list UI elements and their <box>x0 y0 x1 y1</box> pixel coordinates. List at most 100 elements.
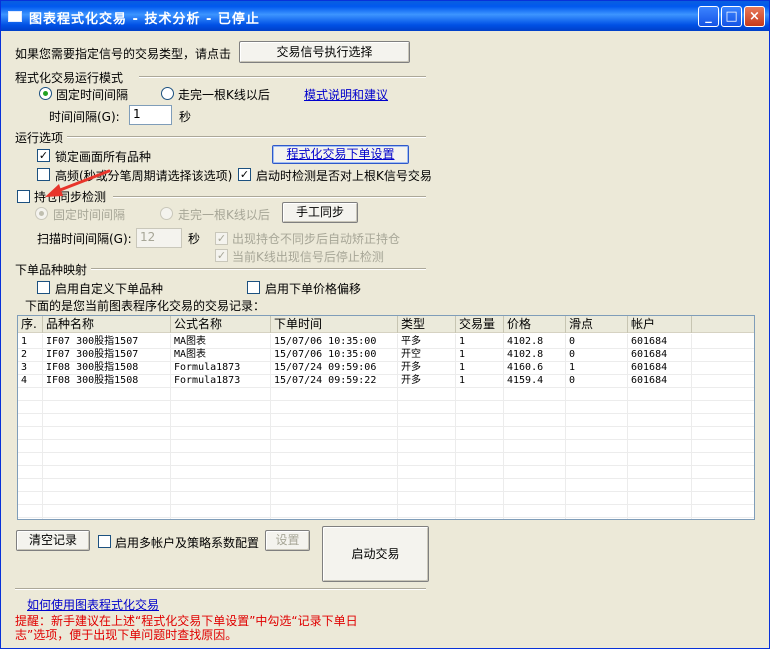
table-gridline <box>18 452 754 453</box>
scan-interval-unit: 秒 <box>188 232 201 246</box>
interval-input[interactable]: 1 <box>129 105 172 125</box>
table-cell: 1 <box>459 375 466 386</box>
signal-prompt: 如果您需要指定信号的交易类型，请点击 <box>15 47 232 61</box>
manual-sync-button[interactable]: 手工同步 <box>282 202 358 223</box>
stop-on-signal-label: 当前K线出现信号后停止检测 <box>232 250 384 264</box>
table-cell: 4160.6 <box>507 362 544 373</box>
mode-fixed-interval-label: 固定时间间隔 <box>56 88 129 102</box>
options-separator <box>67 136 426 138</box>
mode-after-bar-radio[interactable] <box>161 87 174 100</box>
howto-link[interactable]: 如何使用图表程式化交易 <box>27 596 159 613</box>
table-cell: IF08 300股指1508 <box>46 375 139 386</box>
check-signal-on-start-label: 启动时检测是否对上根K信号交易 <box>256 169 432 183</box>
table-header: 序. 品种名称 公式名称 下单时间 类型 交易量 价格 滑点 帐户 <box>18 316 754 333</box>
warning-text: 提醒：新手建议在上述“程式化交易下单设置”中勾选“记录下单日志”选项，便于出现下… <box>15 614 358 642</box>
table-cell: 601684 <box>631 336 668 347</box>
sync-fixed-interval-radio[interactable] <box>35 207 48 220</box>
table-gridline <box>18 413 754 414</box>
sync-after-bar-label: 走完一根K线以后 <box>178 208 270 222</box>
table-cell: 平多 <box>401 336 421 347</box>
table-row[interactable]: 1 IF07 300股指1507 MA图表 15/07/06 10:35:00 平多 1 4… <box>18 335 754 348</box>
auto-correct-label: 出现持仓不同步后自动矫正持仓 <box>232 232 401 246</box>
maximize-button[interactable]: □ <box>721 6 742 27</box>
custom-symbol-label: 启用自定义下单品种 <box>55 282 164 296</box>
table-cell: 15/07/06 10:35:00 <box>274 336 377 347</box>
window-title: 图表程式化交易 - 技术分析 - 已停止 <box>29 12 260 27</box>
table-cell: 15/07/24 09:59:06 <box>274 362 377 373</box>
table-cell: 0 <box>569 349 576 360</box>
column-header[interactable]: 价格 <box>504 316 566 333</box>
table-cell: 0 <box>569 375 576 386</box>
column-header[interactable]: 下单时间 <box>271 316 398 333</box>
table-cell: 4102.8 <box>507 336 544 347</box>
scan-interval-label: 扫描时间间隔(G): <box>37 232 132 246</box>
mode-heading: 程式化交易运行模式 <box>15 71 124 85</box>
table-cell: 601684 <box>631 375 668 386</box>
table-gridline <box>18 400 754 401</box>
table-gridline <box>18 478 754 479</box>
title-bar[interactable]: 图表程式化交易 - 技术分析 - 已停止 _ □ × <box>1 1 769 31</box>
multi-account-checkbox[interactable] <box>98 535 111 548</box>
column-header[interactable]: 公式名称 <box>171 316 271 333</box>
table-cell: MA图表 <box>174 349 207 360</box>
table-row[interactable]: 4 IF08 300股指1508 Formula1873 15/07/24 09:59… <box>18 374 754 387</box>
start-trading-button[interactable]: 启动交易 <box>322 526 429 582</box>
column-header[interactable]: 滑点 <box>566 316 628 333</box>
trading-dialog: 图表程式化交易 - 技术分析 - 已停止 _ □ × 如果您需要指定信号的交易类… <box>0 0 770 649</box>
mode-help-link[interactable]: 模式说明和建议 <box>304 86 388 103</box>
table-cell: 1 <box>459 336 466 347</box>
minimize-button[interactable]: _ <box>698 6 719 27</box>
mode-separator <box>139 76 426 78</box>
close-button[interactable]: × <box>744 6 765 27</box>
mapping-heading: 下单品种映射 <box>15 263 88 277</box>
table-cell: 开多 <box>401 362 421 373</box>
column-header[interactable]: 序. <box>18 316 43 333</box>
multi-account-label: 启用多帐户及策略系数配置 <box>115 536 260 550</box>
table-cell: 开空 <box>401 349 421 360</box>
table-cell: 15/07/06 10:35:00 <box>274 349 377 360</box>
custom-symbol-checkbox[interactable] <box>37 281 50 294</box>
table-cell: 4159.4 <box>507 375 544 386</box>
table-cell: 1 <box>459 362 466 373</box>
auto-correct-checkbox[interactable]: ✓ <box>215 232 228 245</box>
check-signal-on-start-checkbox[interactable]: ✓ <box>238 168 251 181</box>
app-window-icon <box>8 11 22 22</box>
stop-on-signal-checkbox[interactable]: ✓ <box>215 249 228 262</box>
mode-fixed-interval-radio[interactable] <box>39 87 52 100</box>
options-heading: 运行选项 <box>15 131 64 145</box>
position-sync-checkbox[interactable] <box>17 190 30 203</box>
table-gridline <box>18 439 754 440</box>
scan-interval-input[interactable]: 12 <box>136 228 182 248</box>
mapping-separator <box>91 268 426 270</box>
table-gridline <box>18 491 754 492</box>
table-cell: Formula1873 <box>174 375 241 386</box>
interval-label: 时间间隔(G): <box>49 110 120 124</box>
table-gridline <box>18 465 754 466</box>
bottom-separator <box>15 588 426 590</box>
signal-select-button[interactable]: 交易信号执行选择 <box>239 41 410 63</box>
order-settings-button[interactable]: 程式化交易下单设置 <box>272 145 409 164</box>
table-cell: 开多 <box>401 375 421 386</box>
settings-button[interactable]: 设置 <box>265 530 310 551</box>
sync-after-bar-radio[interactable] <box>160 207 173 220</box>
position-sync-separator <box>113 196 426 198</box>
trade-records-table[interactable]: 序. 品种名称 公式名称 下单时间 类型 交易量 价格 滑点 帐户 1 IF07 … <box>17 315 755 520</box>
column-header[interactable]: 类型 <box>398 316 456 333</box>
table-cell: 4102.8 <box>507 349 544 360</box>
table-cell: IF08 300股指1508 <box>46 362 139 373</box>
clear-records-button[interactable]: 清空记录 <box>16 530 90 551</box>
records-caption: 下面的是您当前图表程序化交易的交易记录： <box>25 299 266 313</box>
price-offset-checkbox[interactable] <box>247 281 260 294</box>
table-cell: MA图表 <box>174 336 207 347</box>
table-gridline <box>18 426 754 427</box>
table-cell: 0 <box>569 336 576 347</box>
column-header[interactable]: 品种名称 <box>43 316 171 333</box>
interval-unit: 秒 <box>179 110 192 124</box>
table-row[interactable]: 3 IF08 300股指1508 Formula1873 15/07/24 09:59… <box>18 361 754 374</box>
table-row[interactable]: 2 IF07 300股指1507 MA图表 15/07/06 10:35:00 开空 1 4… <box>18 348 754 361</box>
column-header[interactable]: 交易量 <box>456 316 504 333</box>
lock-all-checkbox[interactable]: ✓ <box>37 149 50 162</box>
table-cell: 4 <box>21 375 28 386</box>
column-header[interactable]: 帐户 <box>628 316 692 333</box>
table-gridline <box>18 517 754 518</box>
